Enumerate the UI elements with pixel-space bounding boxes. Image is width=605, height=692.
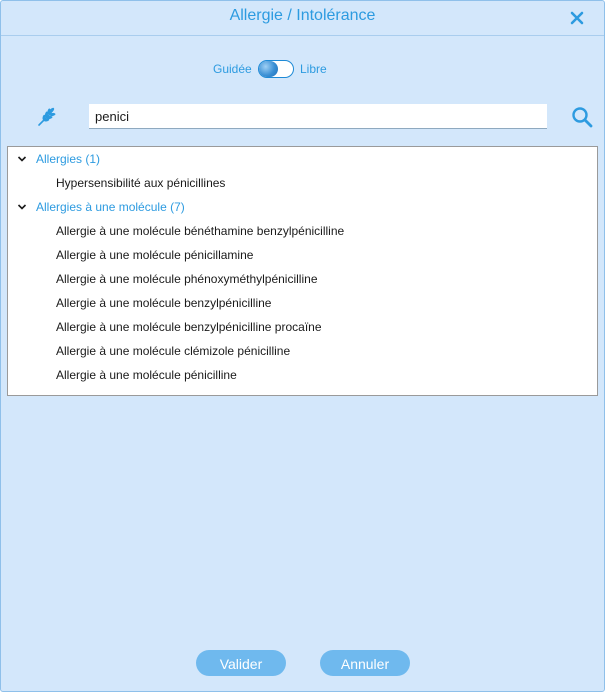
switch-knob	[259, 61, 278, 77]
search-icon[interactable]	[570, 105, 594, 129]
group-row-allergies[interactable]: Allergies (1)	[8, 148, 597, 170]
mode-toggle-row: Guidée Libre	[1, 59, 604, 81]
dialog-title: Allergie / Intolérance	[229, 7, 376, 24]
list-item[interactable]: Allergie à une molécule benzylpénicillin…	[8, 292, 597, 314]
group-row-molecule-allergies[interactable]: Allergies à une molécule (7)	[8, 196, 597, 218]
chevron-down-icon[interactable]	[17, 155, 27, 163]
title-bar: Allergie / Intolérance	[1, 1, 604, 36]
validate-button[interactable]: Valider	[196, 650, 286, 676]
cancel-button[interactable]: Annuler	[320, 650, 410, 676]
chevron-down-icon[interactable]	[17, 203, 27, 211]
search-input[interactable]	[89, 104, 547, 129]
group-label: Allergies à une molécule (7)	[36, 200, 185, 214]
wheat-icon[interactable]	[36, 105, 58, 127]
item-label: Allergie à une molécule clémizole pénici…	[56, 344, 291, 358]
item-label: Allergie à une molécule pénicilline	[56, 368, 237, 382]
item-label: Allergie à une molécule benzylpénicillin…	[56, 296, 272, 310]
item-label: Allergie à une molécule bénéthamine benz…	[56, 224, 345, 238]
list-item[interactable]: Allergie à une molécule benzylpénicillin…	[8, 316, 597, 338]
list-item[interactable]: Hypersensibilité aux pénicillines	[8, 172, 597, 194]
list-item[interactable]: Allergie à une molécule pénicillamine	[8, 244, 597, 266]
mode-switch[interactable]	[258, 60, 294, 78]
list-item[interactable]: Allergie à une molécule pénicilline	[8, 364, 597, 386]
item-label: Allergie à une molécule benzylpénicillin…	[56, 320, 322, 334]
allergy-dialog: Allergie / Intolérance Guidée Libre peni…	[0, 0, 605, 692]
mode-label-guided[interactable]: Guidée	[213, 62, 252, 76]
close-icon[interactable]	[568, 9, 586, 27]
list-item[interactable]: Allergie à une molécule bénéthamine benz…	[8, 220, 597, 242]
item-label: Allergie à une molécule phénoxyméthylpén…	[56, 272, 318, 286]
group-label: Allergies (1)	[36, 152, 101, 166]
item-label: Allergie à une molécule pénicillamine	[56, 248, 254, 262]
list-item[interactable]: Allergie à une molécule clémizole pénici…	[8, 340, 597, 362]
item-label: Hypersensibilité aux pénicillines	[56, 176, 226, 190]
list-item[interactable]: Allergie à une molécule phénoxyméthylpén…	[8, 268, 597, 290]
results-tree: Allergies (1) Hypersensibilité aux pénic…	[7, 146, 598, 396]
mode-label-free[interactable]: Libre	[300, 62, 327, 76]
